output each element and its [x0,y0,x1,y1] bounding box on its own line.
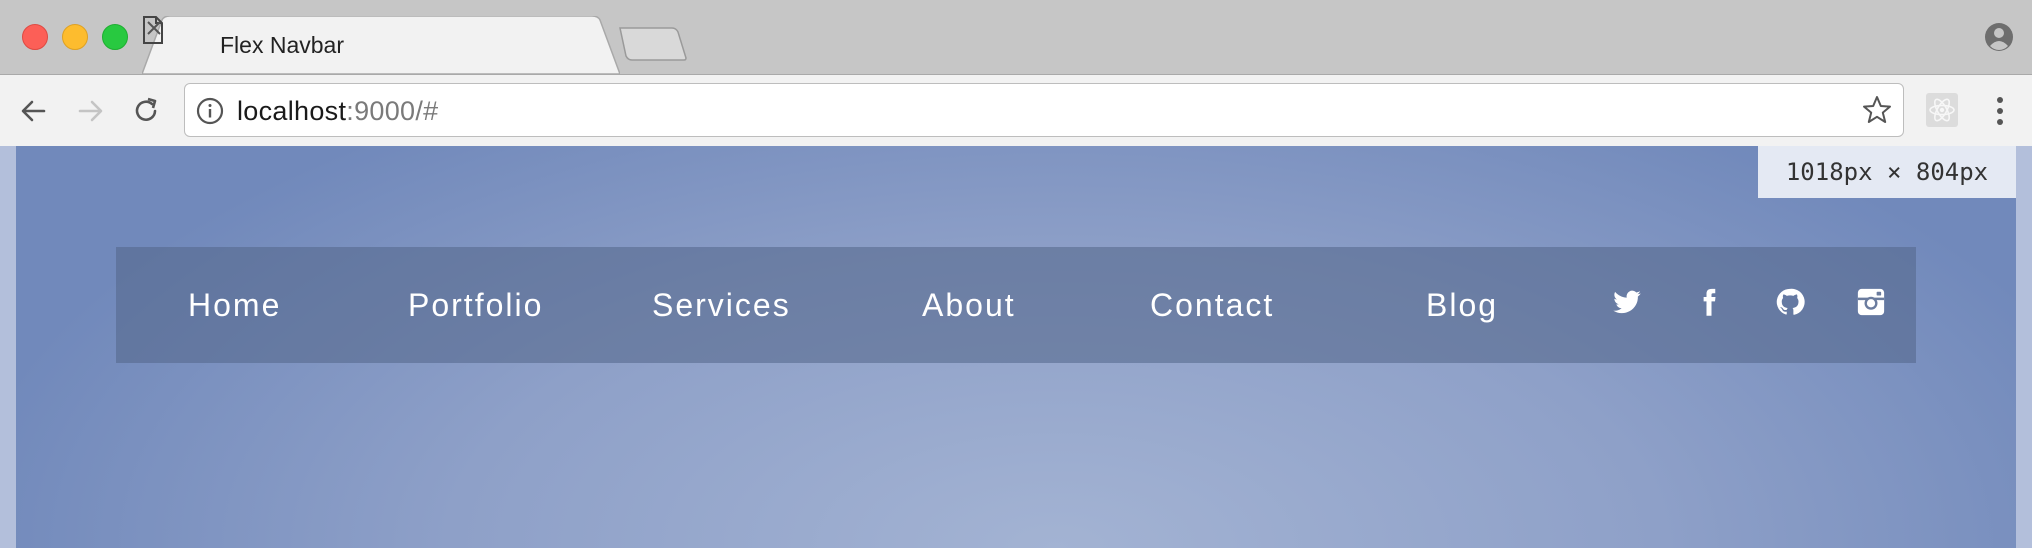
page-background: 1018px × 804px Home Portfolio Services A… [16,146,2016,548]
react-icon [1929,98,1955,122]
flex-navbar: Home Portfolio Services About Contact Bl… [116,247,1916,363]
tab-title: Flex Navbar [220,32,344,58]
instagram-icon[interactable] [1856,287,1886,317]
address-bar[interactable]: localhost:9000/# [184,83,1904,137]
reload-icon[interactable] [128,93,164,129]
facebook-icon[interactable] [1694,287,1724,317]
forward-arrow-icon[interactable] [72,93,108,129]
back-arrow-icon[interactable] [16,93,52,129]
bookmark-star-icon[interactable] [1861,94,1893,126]
nav-link-blog[interactable]: Blog [1426,285,1498,325]
nav-link-about[interactable]: About [922,285,1016,325]
new-tab-button[interactable] [618,26,688,62]
window-close-button[interactable] [22,24,48,50]
tab-flex-navbar[interactable]: Flex Navbar [142,16,620,74]
nav-link-services[interactable]: Services [652,285,791,325]
page-viewport: 1018px × 804px Home Portfolio Services A… [0,146,2032,548]
viewport-dimensions-badge: 1018px × 804px [1758,146,2016,198]
twitter-icon[interactable] [1612,287,1642,317]
url-host: localhost [237,96,347,126]
more-menu-icon[interactable] [1988,93,2012,129]
github-icon[interactable] [1775,287,1805,317]
close-icon[interactable] [142,16,166,40]
nav-link-home[interactable]: Home [188,285,281,325]
window-zoom-button[interactable] [102,24,128,50]
react-devtools-extension-button[interactable] [1926,93,1958,127]
info-icon[interactable] [195,96,225,126]
url-path: :9000/# [346,96,439,126]
profile-icon[interactable] [1984,22,2014,52]
nav-link-portfolio[interactable]: Portfolio [408,285,543,325]
nav-link-contact[interactable]: Contact [1150,285,1274,325]
window-minimize-button[interactable] [62,24,88,50]
tab-shape [142,16,620,74]
url-text: localhost:9000/# [237,96,438,127]
browser-toolbar: localhost:9000/# [0,74,2032,146]
tab-strip: Flex Navbar [0,0,2032,74]
